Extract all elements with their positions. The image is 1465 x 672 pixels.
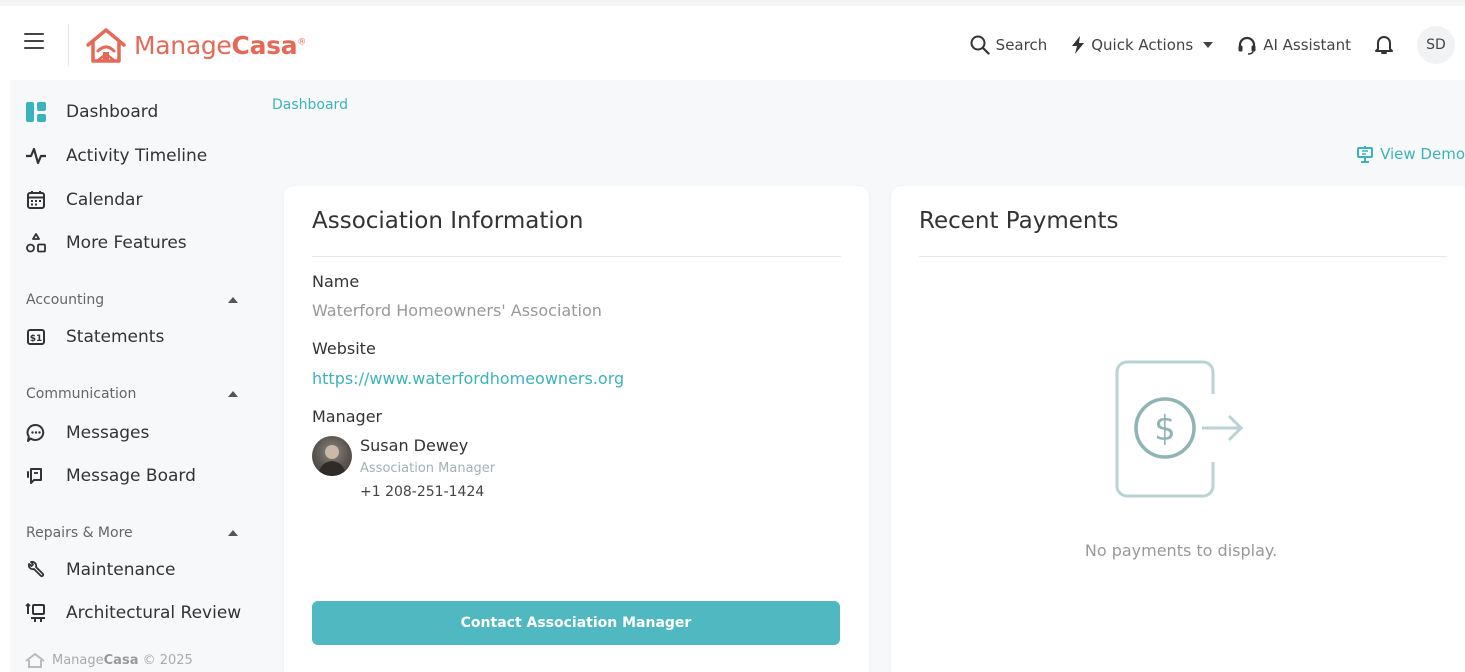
manager-avatar [312,436,352,476]
sidebar-footer: Manage Casa © 2025 [24,652,193,668]
sidebar-item-message-board[interactable]: Message Board [10,458,254,494]
section-label: Communication [26,386,137,402]
sidebar-item-label: Maintenance [66,560,176,580]
svg-text:$1: $1 [30,334,43,344]
sidebar-item-activity-timeline[interactable]: Activity Timeline [10,138,254,174]
quick-actions-button[interactable]: Quick Actions [1071,36,1214,54]
user-avatar[interactable]: SD [1417,26,1455,64]
card-divider [312,256,841,257]
chevron-down-icon [1203,42,1214,48]
brand-name: ManageCasa® [134,30,306,60]
architectural-review-icon [24,601,48,625]
headset-icon [1238,36,1256,55]
sidebar-item-statements[interactable]: $1 Statements [10,319,254,355]
sidebar-item-more-features[interactable]: More Features [10,225,254,261]
manager-name: Susan Dewey [360,436,469,455]
contact-association-manager-button[interactable]: Contact Association Manager [312,601,840,645]
card-divider [919,256,1447,257]
brand-logo[interactable]: ManageCasa® [84,24,306,66]
association-name: Waterford Homeowners' Association [312,301,602,320]
sidebar-item-label: Messages [66,423,150,443]
quick-actions-label: Quick Actions [1091,36,1194,54]
chevron-up-icon [228,297,238,303]
card-title: Recent Payments [919,208,1119,234]
activity-icon [24,144,48,168]
sidebar-item-label: Activity Timeline [66,146,208,166]
top-bar: ManageCasa® Search Quick Actions AI Assi… [0,0,1465,80]
footer-year: © 2025 [142,652,193,668]
sidebar-item-dashboard[interactable]: Dashboard [10,94,254,130]
footer-brand-light: Manage [52,652,104,668]
maintenance-icon [24,558,48,582]
view-demo-link[interactable]: View Demo [1356,145,1465,163]
section-accounting[interactable]: Accounting [10,288,254,312]
search-icon [970,35,990,55]
ai-assistant-button[interactable]: AI Assistant [1237,35,1351,55]
empty-payments-text: No payments to display. [1084,541,1278,560]
sidebar-item-label: Message Board [66,466,196,486]
hamburger-menu-icon[interactable] [24,33,44,49]
recent-payments-card: Recent Payments $ No payments to display… [891,186,1465,672]
section-repairs[interactable]: Repairs & More [10,521,254,545]
calendar-icon [24,188,48,212]
sidebar-item-maintenance[interactable]: Maintenance [10,552,254,588]
chevron-up-icon [228,391,238,397]
website-link[interactable]: https://www.waterfordhomeowners.org [312,369,624,388]
presentation-icon [1357,146,1374,163]
chevron-up-icon [228,530,238,536]
sidebar-item-label: Architectural Review [66,603,242,623]
footer-brand-bold: Casa [103,652,139,668]
top-actions: Search Quick Actions AI Assistant SD [970,24,1465,66]
house-logo-icon [86,28,126,63]
name-label: Name [312,272,360,291]
sidebar-item-calendar[interactable]: Calendar [10,182,254,218]
manager-phone: +1 208-251-1424 [360,484,485,500]
message-board-icon [24,464,48,488]
payment-out-icon: $ [1115,360,1244,498]
statements-icon: $1 [24,325,48,349]
house-logo-icon [25,652,45,668]
sidebar-item-label: More Features [66,233,187,253]
sidebar-item-label: Statements [66,327,165,347]
ai-assistant-label: AI Assistant [1263,36,1351,54]
sidebar-item-messages[interactable]: Messages [10,415,254,451]
dashboard-icon [24,100,48,124]
bell-icon[interactable] [1375,35,1393,55]
search-button[interactable]: Search [970,35,1048,55]
card-title: Association Information [312,208,584,234]
manager-label: Manager [312,407,383,426]
sidebar-item-label: Dashboard [66,102,159,122]
header-divider [68,24,69,66]
sidebar: Dashboard Activity Timeline Calendar Mor… [10,80,254,672]
main-content: Dashboard View Demo Association Informat… [254,80,1465,672]
messages-icon [24,421,48,445]
more-features-icon [24,231,48,255]
search-label: Search [995,36,1048,54]
sidebar-item-architectural-review[interactable]: Architectural Review [10,595,254,631]
manager-role: Association Manager [360,461,496,476]
lightning-icon [1072,36,1085,54]
sidebar-item-label: Calendar [66,190,143,210]
section-label: Repairs & More [26,525,133,541]
view-demo-label: View Demo [1380,145,1465,163]
section-communication[interactable]: Communication [10,382,254,406]
section-label: Accounting [26,292,105,308]
association-information-card: Association Information Name Waterford H… [284,186,869,672]
breadcrumb[interactable]: Dashboard [272,97,348,113]
website-label: Website [312,339,376,358]
svg-text:$: $ [1154,409,1176,449]
